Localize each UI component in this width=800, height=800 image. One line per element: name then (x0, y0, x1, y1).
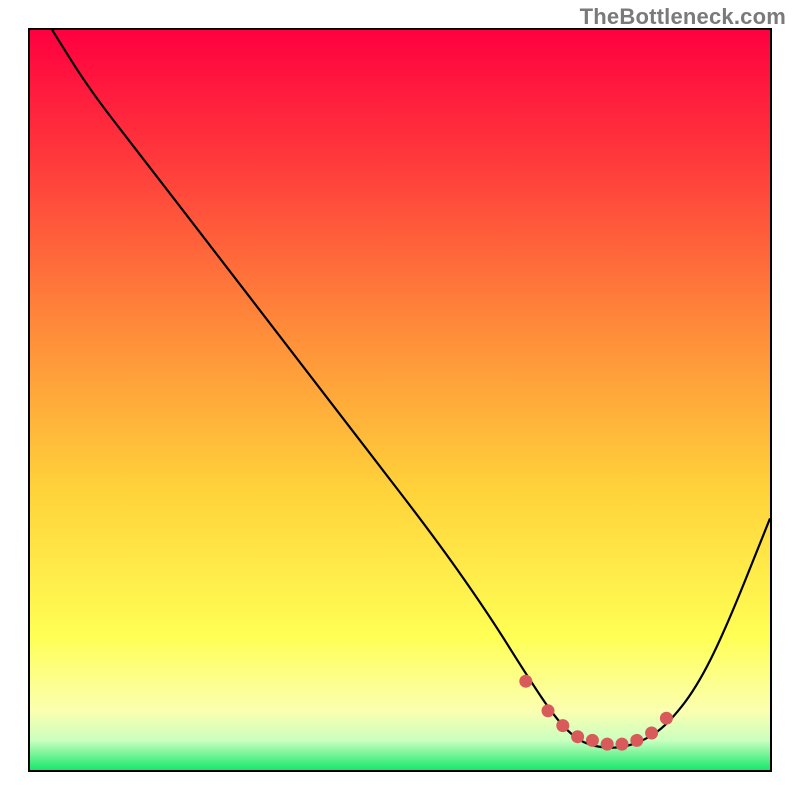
optimal-dot (630, 734, 643, 747)
chart-svg (30, 30, 770, 770)
optimal-dot (616, 738, 629, 751)
optimal-dot (542, 704, 555, 717)
optimal-dot (645, 727, 658, 740)
plot-area (28, 28, 772, 772)
optimal-dot (519, 675, 532, 688)
watermark-text: TheBottleneck.com (580, 4, 786, 30)
chart-container: TheBottleneck.com (0, 0, 800, 800)
optimal-dot (586, 734, 599, 747)
optimal-dot (571, 730, 584, 743)
optimal-dot (660, 712, 673, 725)
gradient-background (30, 30, 770, 770)
optimal-dot (601, 738, 614, 751)
optimal-dot (556, 719, 569, 732)
